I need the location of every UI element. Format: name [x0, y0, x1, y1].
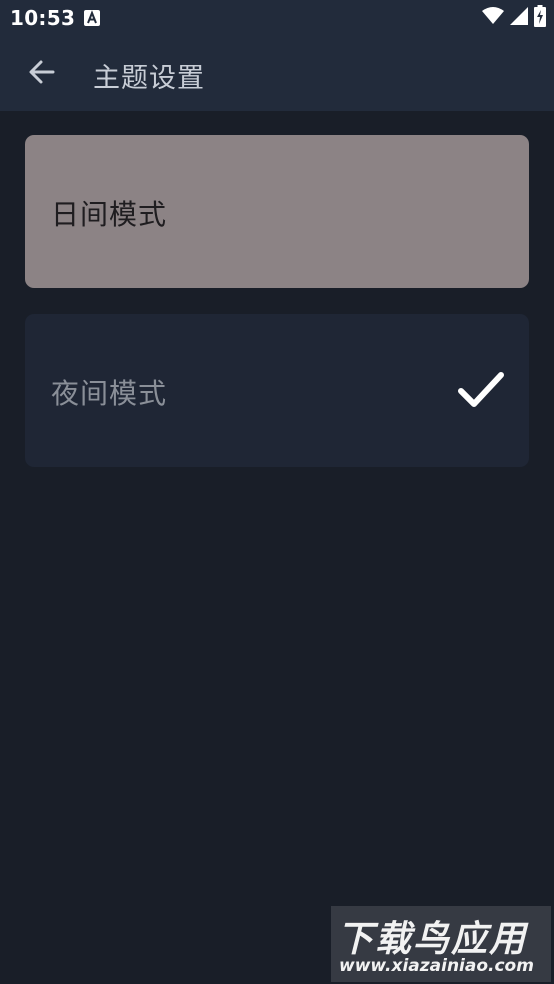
- checkmark-icon: [457, 370, 505, 410]
- option-label-day: 日间模式: [51, 198, 168, 231]
- page-title: 主题设置: [93, 63, 205, 94]
- status-bar: 10:53: [0, 0, 554, 37]
- watermark: 下载鸟应用 www.xiazainiao.com: [331, 906, 551, 982]
- theme-option-day[interactable]: 日间模式: [25, 135, 529, 288]
- status-time: 10:53: [10, 6, 76, 30]
- wifi-icon: [482, 7, 504, 29]
- back-button[interactable]: [20, 52, 64, 96]
- theme-option-night[interactable]: 夜间模式: [25, 314, 529, 467]
- status-icons: [482, 5, 546, 31]
- watermark-title: 下载鸟应用: [337, 919, 528, 960]
- battery-charging-icon: [534, 5, 546, 31]
- option-label-night: 夜间模式: [51, 377, 168, 410]
- signal-icon: [510, 7, 528, 29]
- watermark-url: www.xiazainiao.com: [339, 956, 534, 976]
- arrow-left-icon: [28, 58, 56, 90]
- font-a-icon: [84, 10, 100, 26]
- toolbar: 主题设置: [0, 37, 554, 111]
